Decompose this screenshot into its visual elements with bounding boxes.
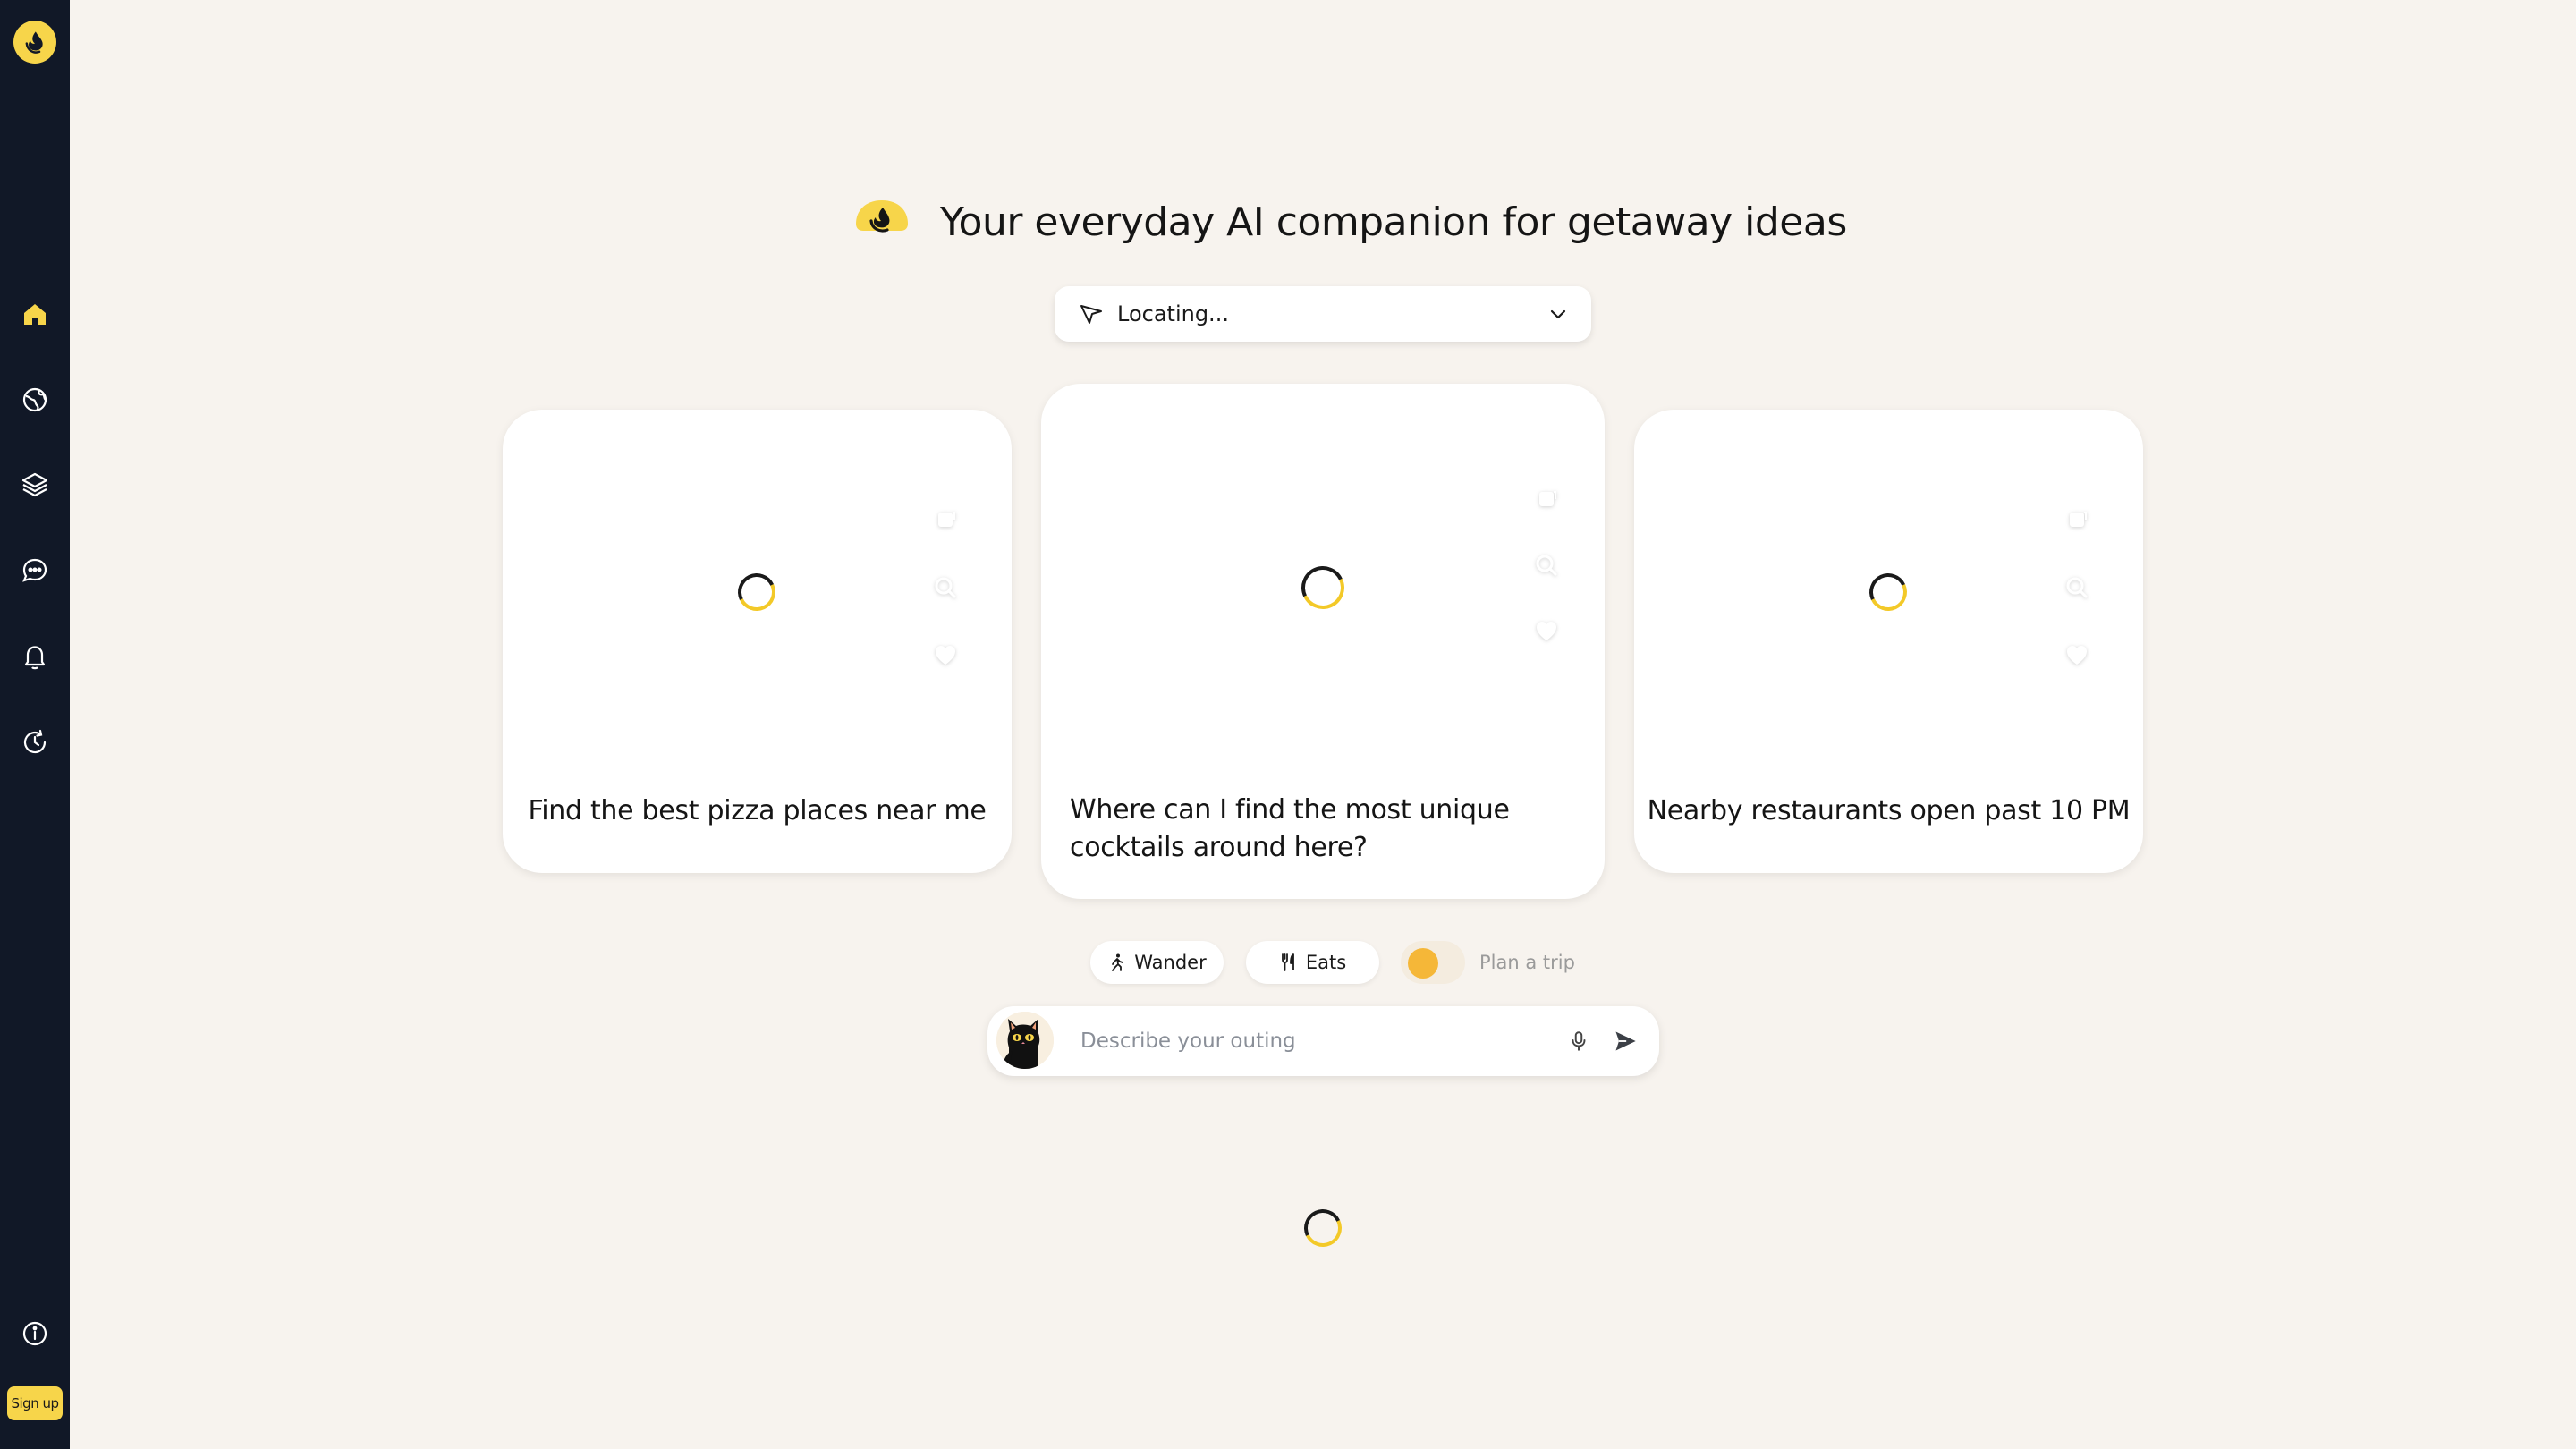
heart-icon[interactable] xyxy=(932,642,959,669)
chat-bubble-icon[interactable] xyxy=(19,555,51,587)
utensils-icon xyxy=(1281,953,1294,971)
card-prompt-text: Find the best pizza places near me xyxy=(528,795,987,826)
home-icon[interactable] xyxy=(19,298,51,330)
bell-icon[interactable] xyxy=(19,640,51,673)
suggestion-card[interactable]: Find the best pizza places near me xyxy=(503,410,1012,873)
page-heading: Your everyday AI companion for getaway i… xyxy=(854,197,1847,247)
suggestion-card[interactable]: Nearby restaurants open past 10 PM xyxy=(1634,410,2143,873)
heart-icon[interactable] xyxy=(1533,618,1560,645)
composer-bar xyxy=(987,1006,1659,1076)
search-icon[interactable] xyxy=(2063,574,2090,601)
globe-icon[interactable] xyxy=(19,384,51,416)
save-icon[interactable] xyxy=(2063,506,2090,533)
layers-icon[interactable] xyxy=(19,469,51,501)
info-icon[interactable] xyxy=(19,1318,51,1350)
navigation-arrow-icon xyxy=(1080,305,1102,324)
loading-spinner xyxy=(733,568,781,616)
location-dropdown[interactable]: Locating... xyxy=(1055,286,1591,342)
save-icon[interactable] xyxy=(932,506,959,533)
loading-spinner xyxy=(1295,560,1351,615)
save-icon[interactable] xyxy=(1533,486,1560,513)
plan-trip-toggle[interactable]: Plan a trip xyxy=(1401,941,1575,984)
heart-icon[interactable] xyxy=(2063,642,2090,669)
location-value: Locating... xyxy=(1117,301,1229,326)
search-icon[interactable] xyxy=(1533,552,1560,579)
signup-button[interactable]: Sign up xyxy=(7,1386,63,1420)
black-cat-avatar[interactable] xyxy=(996,1012,1054,1069)
card-prompt-text: Where can I find the most unique cocktai… xyxy=(1070,794,1510,863)
app-logo-icon[interactable] xyxy=(13,21,56,64)
brand-logo-icon xyxy=(856,200,908,233)
card-actions xyxy=(2063,506,2090,669)
outing-description-input[interactable] xyxy=(1080,1022,1563,1060)
toggle-knob xyxy=(1408,948,1438,979)
card-actions xyxy=(932,506,959,669)
plan-trip-label: Plan a trip xyxy=(1479,952,1575,973)
eats-mode-button[interactable]: Eats xyxy=(1246,941,1379,984)
wander-mode-button[interactable]: Wander xyxy=(1090,941,1224,984)
loading-spinner xyxy=(1864,568,1912,616)
chevron-down-icon xyxy=(1550,309,1566,319)
suggection-card-featured[interactable]: Where can I find the most unique cocktai… xyxy=(1041,384,1605,899)
microphone-icon[interactable] xyxy=(1563,1026,1594,1056)
wander-label: Wander xyxy=(1134,952,1207,973)
eats-label: Eats xyxy=(1305,952,1347,973)
page-title: Your everyday AI companion for getaway i… xyxy=(940,199,1847,245)
history-icon[interactable] xyxy=(19,726,51,758)
sidebar: Sign up xyxy=(0,0,70,1449)
walking-person-icon xyxy=(1112,953,1124,971)
card-prompt-text: Nearby restaurants open past 10 PM xyxy=(1647,795,2131,826)
search-icon[interactable] xyxy=(932,574,959,601)
send-icon[interactable] xyxy=(1610,1026,1640,1056)
feed-loading-spinner xyxy=(1299,1204,1347,1252)
toggle-switch[interactable] xyxy=(1401,941,1465,984)
card-actions xyxy=(1533,486,1560,645)
